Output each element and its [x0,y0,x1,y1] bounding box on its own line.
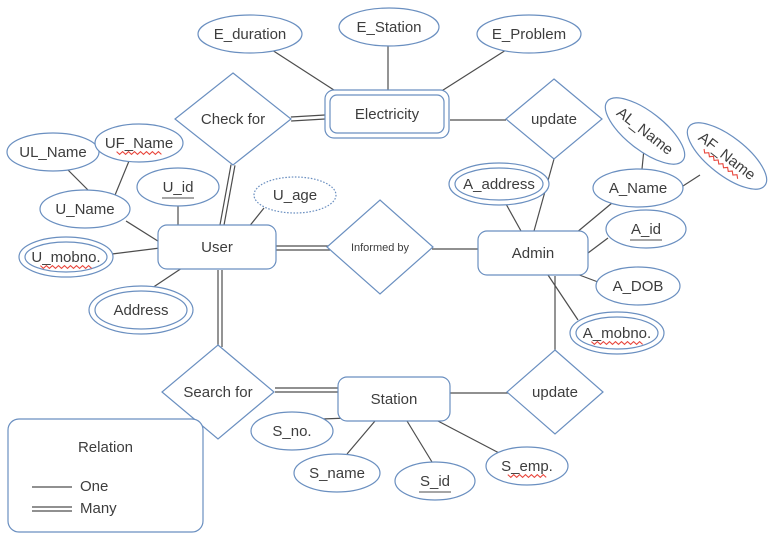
attribute-label: U_id [163,179,194,196]
connection-c-sid-station [406,420,433,463]
relationship-label: Informed by [351,242,410,254]
entity-admin[interactable]: Admin [477,230,589,276]
entity-label: User [201,239,233,256]
attribute-label: A_DOB [613,278,664,295]
entity-label: Electricity [355,106,420,123]
entity-label: Station [371,391,418,408]
attribute-a-id[interactable]: A_id [605,209,687,249]
attribute-label: E_Station [356,19,421,36]
legend-layer: Relation One Many [7,418,204,533]
entity-user[interactable]: User [157,224,277,270]
attribute-label: S_emp. [501,458,553,475]
relationship-label: Check for [201,111,265,128]
attribute-label: E_Problem [492,26,566,43]
legend-item-label: Many [80,500,117,517]
attribute-u-age[interactable]: U_age [253,176,337,214]
connection-c-sname-station [346,420,376,455]
relationship-check-for[interactable]: Check for [174,72,292,166]
connection-c-aid-admin [587,237,609,254]
attribute-s-id[interactable]: S_id [394,461,476,501]
attribute-label: A_mobno. [583,325,651,342]
attribute-label: A_Name [609,180,667,197]
legend-item-label: One [80,478,108,495]
connection-c-amobno-admin [547,274,579,321]
attribute-label: S_name [309,465,365,482]
attribute-label: U_Name [55,201,114,218]
attribute-a-address[interactable]: A_address [448,162,550,206]
entity-electricity[interactable]: Electricity [324,89,450,139]
relationship-update-top[interactable]: update [505,78,603,160]
attribute-al-name[interactable]: AL_Name [595,86,694,175]
connection-c-aaddress-admin [505,203,522,232]
attribute-label: A_id [631,221,661,238]
attribute-label: A_address [463,176,535,193]
legend: Relation One Many [7,418,204,533]
attribute-u-mobno[interactable]: U_mobno. [18,236,114,278]
attribute-s-emp[interactable]: S_emp. [485,446,569,486]
connection-c-checkfor-user [219,164,236,226]
connection-c-ulname-uname [67,169,90,192]
er-diagram-canvas: E_duration E_Station E_Problem UL_Name UF_Na… [0,0,768,537]
attribute-label: U_mobno. [31,249,100,266]
connection-c-ufname-uname [112,160,130,201]
attribute-u-id[interactable]: U_id [136,167,220,207]
attribute-label: S_id [420,473,450,490]
attribute-af-name[interactable]: AF_Name [677,111,768,200]
entity-station[interactable]: Station [337,376,451,422]
attribute-u-name[interactable]: U_Name [39,189,131,229]
legend-title: Relation [78,439,133,456]
attribute-label: Address [113,302,168,319]
er-diagram-svg: E_duration E_Station E_Problem UL_Name UF_Na… [6,7,768,533]
entity-label: Admin [512,245,555,262]
connection-c-user-informedby [276,245,330,251]
attribute-label: U_age [273,187,317,204]
relationship-label: update [531,111,577,128]
attribute-label: E_duration [214,26,287,43]
attribute-e-duration[interactable]: E_duration [197,14,303,54]
relationship-update-bot[interactable]: update [506,349,604,435]
attribute-s-name[interactable]: S_name [293,453,381,493]
connection-c-address-user [151,267,183,289]
connection-c-umobno-user [111,247,161,255]
connection-c-checkfor-electricity [290,114,326,122]
attribute-a-mobno[interactable]: A_mobno. [569,311,665,355]
attribute-s-no[interactable]: S_no. [250,411,334,451]
relationship-label: update [532,384,578,401]
attribute-label: UL_Name [19,144,87,161]
attribute-address[interactable]: Address [88,285,194,335]
connection-c-semp-station [435,419,502,455]
attribute-a-name[interactable]: A_Name [592,168,684,208]
connection-c-eduration-electricity [271,49,338,93]
attribute-a-dob[interactable]: A_DOB [595,266,681,306]
attribute-e-problem[interactable]: E_Problem [476,14,582,54]
attribute-e-station[interactable]: E_Station [338,7,440,47]
relationship-informed-by[interactable]: Informed by [326,199,434,295]
attribute-ul-name[interactable]: UL_Name [6,132,100,172]
attribute-uf-name[interactable]: UF_Name [94,123,184,163]
connection-c-searchfor-station [275,387,338,393]
connection-c-uname-user [125,220,162,244]
attribute-label: S_no. [272,423,311,440]
connection-c-eproblem-electricity [439,49,507,93]
connection-c-user-searchfor [217,270,223,347]
attribute-label: UF_Name [105,135,173,152]
relationship-label: Search for [183,384,252,401]
